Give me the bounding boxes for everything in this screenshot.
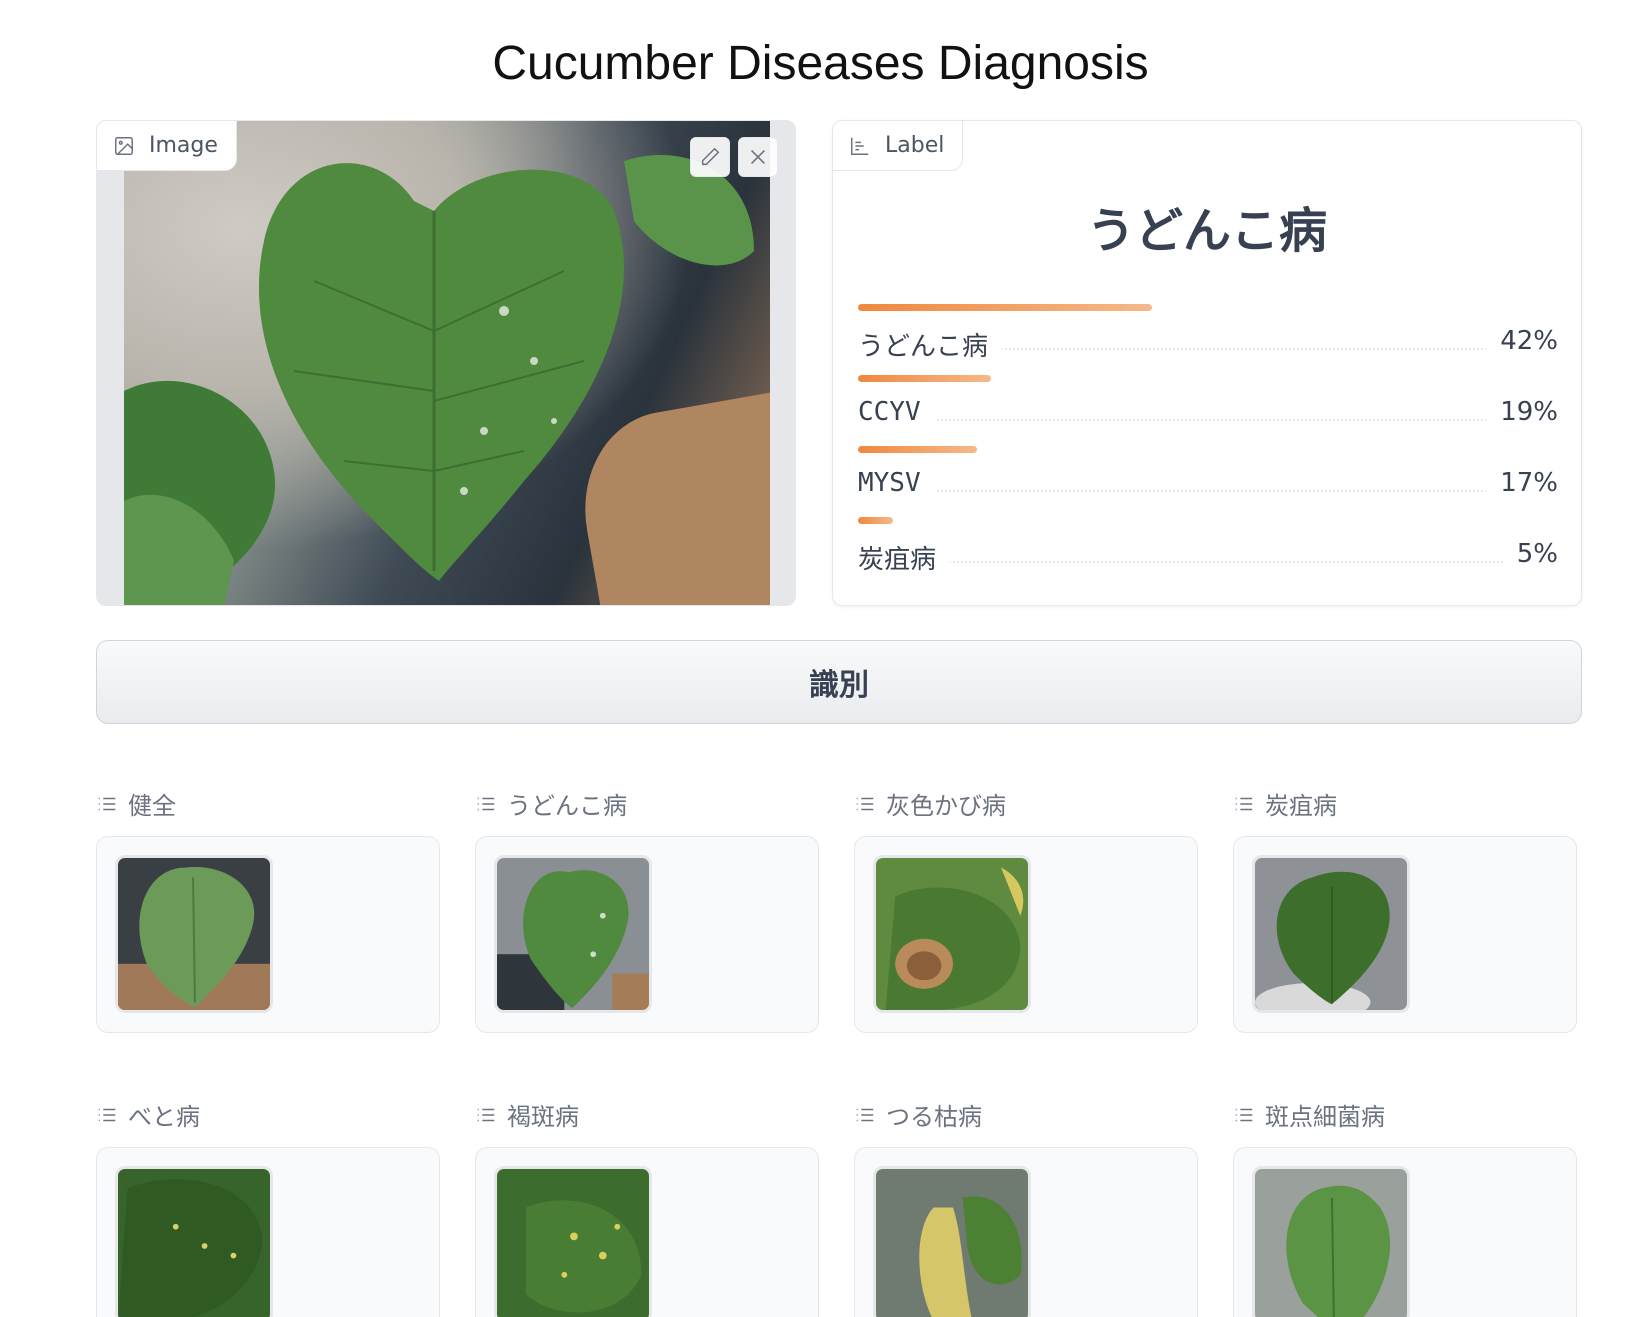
page-title: Cucumber Diseases Diagnosis	[492, 37, 1149, 90]
pencil-icon	[701, 147, 720, 166]
clear-image-button[interactable]	[738, 137, 778, 177]
list-icon	[1235, 1108, 1253, 1121]
confidence-label: うどんこ病	[858, 326, 1003, 363]
confidence-bar	[858, 517, 893, 524]
example-gallery	[475, 836, 819, 1033]
image-input-panel[interactable]: Image	[96, 120, 796, 606]
label-output-panel: Label うどんこ病 うどんこ病 42% CCYV 19% MYSV 17% …	[832, 120, 1582, 606]
example-thumbnail[interactable]	[1252, 855, 1410, 1013]
example-gallery	[854, 836, 1198, 1033]
predicted-label: うどんこ病	[1086, 203, 1327, 259]
example-label: つる枯病	[854, 1097, 982, 1132]
image-panel-label: Image	[149, 133, 218, 158]
confidence-row: CCYV 19%	[858, 375, 1558, 435]
example-label: うどんこ病	[475, 786, 627, 821]
edit-image-button[interactable]	[690, 137, 730, 177]
confidence-bar	[858, 304, 1152, 311]
confidence-row: MYSV 17%	[858, 446, 1558, 506]
example-thumbnail[interactable]	[873, 1166, 1031, 1317]
list-icon	[1235, 797, 1253, 810]
image-icon	[115, 136, 133, 155]
label-panel-tag: Label	[833, 121, 964, 171]
confidence-bar	[858, 446, 977, 453]
uploaded-leaf-photo	[124, 121, 770, 605]
example-thumbnail[interactable]	[115, 855, 273, 1013]
example-gallery	[854, 1147, 1198, 1317]
example-gallery	[1233, 836, 1577, 1033]
example-gallery	[475, 1147, 819, 1317]
image-panel-tag: Image	[97, 121, 237, 171]
list-icon	[477, 797, 495, 810]
example-thumbnail[interactable]	[494, 1166, 652, 1317]
example-label: 灰色かび病	[854, 786, 1006, 821]
label-panel-label: Label	[885, 133, 945, 158]
example-thumbnail[interactable]	[873, 855, 1031, 1013]
close-icon	[750, 149, 766, 165]
identify-button[interactable]: 識別	[96, 640, 1582, 724]
list-icon	[98, 797, 116, 810]
list-icon	[477, 1108, 495, 1121]
confidence-percent: 17%	[1486, 468, 1558, 498]
bar-chart-icon	[851, 137, 869, 155]
example-thumbnail[interactable]	[1252, 1166, 1410, 1317]
list-icon	[856, 797, 874, 810]
confidence-label: MYSV	[858, 468, 935, 498]
example-label: 炭疽病	[1233, 786, 1337, 821]
example-label: 斑点細菌病	[1233, 1097, 1385, 1132]
list-icon	[98, 1108, 116, 1121]
example-gallery	[1233, 1147, 1577, 1317]
confidence-percent: 42%	[1486, 326, 1558, 356]
confidence-label: CCYV	[858, 397, 935, 427]
example-thumbnail[interactable]	[115, 1166, 273, 1317]
confidence-percent: 5%	[1502, 539, 1558, 569]
example-thumbnail[interactable]	[494, 855, 652, 1013]
confidence-percent: 19%	[1486, 397, 1558, 427]
example-label: 健全	[96, 786, 176, 821]
app-page: Cucumber Diseases Diagnosis Image Label …	[0, 0, 1641, 1317]
confidence-row: うどんこ病 42%	[858, 304, 1558, 364]
list-icon	[856, 1108, 874, 1121]
confidence-row: 炭疽病 5%	[858, 517, 1558, 577]
example-label: 褐斑病	[475, 1097, 579, 1132]
confidence-label: 炭疽病	[858, 539, 951, 576]
example-gallery	[96, 836, 440, 1033]
confidence-bar	[858, 375, 991, 382]
example-gallery	[96, 1147, 440, 1317]
example-label: べと病	[96, 1097, 200, 1132]
